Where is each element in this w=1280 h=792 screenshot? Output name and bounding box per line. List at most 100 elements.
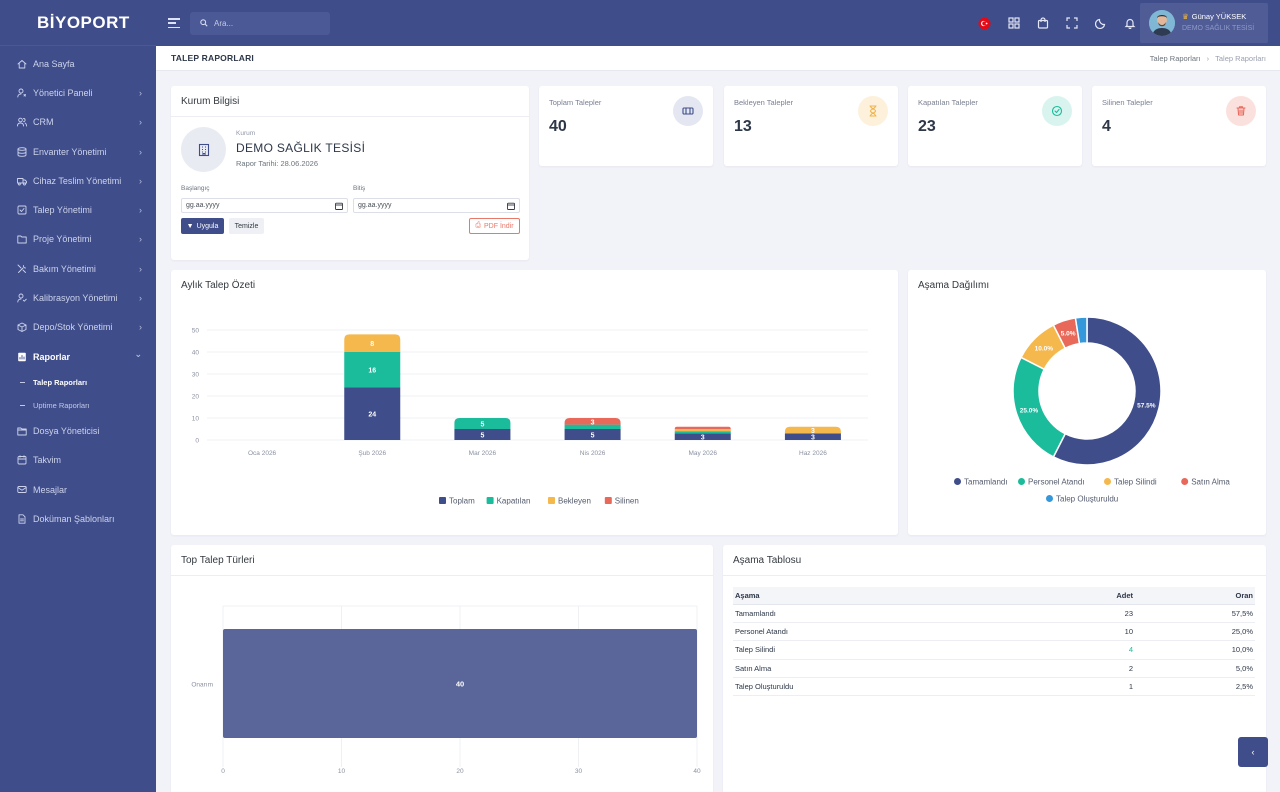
kurum-card-title: Kurum Bilgisi (181, 95, 240, 107)
apps-grid-icon[interactable] (1007, 17, 1020, 30)
chevron-right-icon: › (139, 117, 142, 128)
home-icon (17, 59, 27, 69)
folder-icon (17, 234, 27, 244)
sidebar-item-depo-stok-yönetimi[interactable]: Depo/Stok Yönetimi › (0, 313, 156, 342)
apply-filter-button[interactable]: ▼ Uygula (181, 218, 224, 234)
bar-segment (674, 431, 731, 434)
legend-label: Satın Alma (1191, 478, 1230, 487)
start-date-input[interactable]: gg.aa.yyyy (181, 198, 348, 213)
start-date-label: Başlangıç (181, 185, 210, 192)
message-icon (17, 485, 27, 495)
table-row: Talep Oluşturuldu 1 2,5% (733, 677, 1255, 697)
table-row: Talep Silindi 4 10,0% (733, 640, 1255, 660)
stat-label: Toplam Talepler (549, 98, 602, 107)
sidebar-item-ana-sayfa[interactable]: Ana Sayfa (0, 49, 156, 78)
stat-label: Silinen Talepler (1102, 98, 1153, 107)
sidebar-item-cihaz-teslim-yönetimi[interactable]: Cihaz Teslim Yönetimi › (0, 166, 156, 195)
kurum-name: DEMO SAĞLIK TESİSİ (236, 141, 366, 155)
sidebar-item-label: Doküman Şablonları (33, 513, 115, 524)
search-input[interactable] (214, 18, 324, 28)
x-tick-label: Mar 2026 (469, 450, 497, 457)
breadcrumb-link[interactable]: Talep Raporları (1150, 54, 1201, 63)
slice-label: 25.0% (1020, 407, 1039, 414)
sidebar-item-label: Dosya Yöneticisi (33, 425, 100, 436)
column-header: Aşama (733, 587, 1085, 605)
y-tick-label: 40 (192, 350, 200, 357)
brand-logo[interactable]: BİYOPORT (0, 0, 156, 46)
sidebar-item-raporlar[interactable]: Raporlar ⌄ (0, 342, 156, 371)
clear-filter-button[interactable]: Temizle (229, 218, 264, 234)
sidebar-item-mesajlar[interactable]: Mesajlar (0, 475, 156, 504)
sidebar-item-bakım-yönetimi[interactable]: Bakım Yönetimi › (0, 254, 156, 283)
legend-label: Bekleyen (558, 497, 591, 506)
pdf-download-button[interactable]: ⎙ PDF İndir (469, 218, 520, 234)
x-tick-label: 10 (338, 768, 346, 775)
sidebar-item-talep-yönetimi[interactable]: Talep Yönetimi › (0, 195, 156, 224)
slice-label: 5.0% (1061, 330, 1076, 337)
stat-value: 13 (734, 118, 752, 135)
search-box[interactable] (190, 11, 330, 35)
sidebar-item-crm[interactable]: CRM › (0, 108, 156, 137)
table-cell: Personel Atandı (733, 622, 1085, 642)
kurum-label: Kurum (236, 130, 256, 137)
sidebar-item-yönetici-paneli[interactable]: Yönetici Paneli › (0, 78, 156, 107)
legend-swatch (486, 497, 494, 504)
sidebar-item-label: Bakım Yönetimi (33, 263, 96, 274)
notification-bell-icon[interactable] (1123, 17, 1136, 30)
sidebar-item-label: Kalibrasyon Yönetimi (33, 293, 118, 304)
monthly-stacked-bar-chart: 0 10 20 30 40 50 Oca 2026 24 16 8 Şub 2026 5 5 Mar 20… (192, 328, 868, 506)
x-tick-label: Şub 2026 (358, 450, 386, 457)
sidebar-item-dosya-yöneticisi[interactable]: Dosya Yöneticisi (0, 416, 156, 445)
chevron-right-icon: › (139, 175, 142, 186)
y-tick-label: 20 (192, 394, 200, 401)
menu-toggle-icon[interactable] (168, 18, 180, 28)
sidebar: BİYOPORT Ana Sayfa Yönetici Paneli › CRM › En… (0, 0, 156, 792)
monthly-summary-card: Aylık Talep Özeti 0 10 20 30 40 50 Oca 2026 24 1… (171, 270, 898, 535)
shopping-bag-icon[interactable] (1036, 17, 1049, 30)
table-row: Satın Alma 2 5,0% (733, 659, 1255, 679)
sidebar-item-envanter-yönetimi[interactable]: Envanter Yönetimi › (0, 137, 156, 166)
truck-icon (17, 176, 27, 186)
sidebar-item-takvim[interactable]: Takvim (0, 446, 156, 475)
sidebar-item-kalibrasyon-yönetimi[interactable]: Kalibrasyon Yönetimi › (0, 283, 156, 312)
data-label: 24 (368, 412, 376, 419)
sidebar-item-proje-yönetimi[interactable]: Proje Yönetimi › (0, 225, 156, 254)
legend-swatch (439, 497, 446, 504)
data-label: 5 (480, 433, 484, 440)
turkey-flag-icon[interactable] (978, 17, 991, 30)
sidebar-subitem[interactable]: Uptime Raporları (0, 394, 156, 417)
user-organization: DEMO SAĞLIK TESİSİ (1182, 25, 1255, 32)
sidebar-subitem[interactable]: Talep Raporları (0, 371, 156, 394)
table-cell: 1 (1085, 677, 1135, 697)
end-date-input[interactable]: gg.aa.yyyy (353, 198, 520, 213)
user-name: Günay YÜKSEK (1191, 12, 1247, 21)
sidebar-item-label: Takvim (33, 455, 62, 466)
table-cell: 10,0% (1135, 640, 1255, 660)
legend-swatch (548, 497, 555, 504)
end-date-value: gg.aa.yyyy (358, 202, 392, 209)
stage-donut-chart: 57.5% 25.0% 10.0% 5.0% Tamamlandı Personel At… (954, 316, 1230, 504)
sidebar-menu: Ana Sayfa Yönetici Paneli › CRM › Envanter Yö… (0, 46, 156, 533)
data-label: 3 (701, 435, 705, 442)
legend-dot (954, 478, 961, 485)
y-tick-label: 30 (192, 372, 200, 379)
slice-label: 10.0% (1035, 345, 1054, 352)
checkbox-icon (17, 205, 27, 215)
chevron-right-icon: › (139, 87, 142, 98)
avatar (1149, 10, 1175, 36)
sidebar-subitem-label: Uptime Raporları (33, 400, 90, 410)
table-cell: 23 (1085, 604, 1135, 623)
stat-card: Silinen Talepler 4 (1092, 86, 1266, 166)
chevron-right-icon: › (139, 205, 142, 216)
legend-label: Tamamlandı (964, 478, 1008, 487)
table-cell: Talep Oluşturuldu (733, 677, 1085, 697)
bullet-icon (20, 382, 25, 384)
bullet-icon (20, 404, 25, 406)
column-header: Oran (1135, 587, 1255, 605)
user-menu[interactable]: ♛ Günay YÜKSEK DEMO SAĞLIK TESİSİ (1140, 3, 1268, 43)
sidebar-item-doküman-şablonları[interactable]: Doküman Şablonları (0, 504, 156, 533)
scroll-top-button[interactable]: ‹ (1238, 737, 1268, 767)
chevron-right-icon: › (139, 146, 142, 157)
fullscreen-icon[interactable] (1065, 17, 1078, 30)
dark-mode-moon-icon[interactable] (1094, 17, 1107, 30)
